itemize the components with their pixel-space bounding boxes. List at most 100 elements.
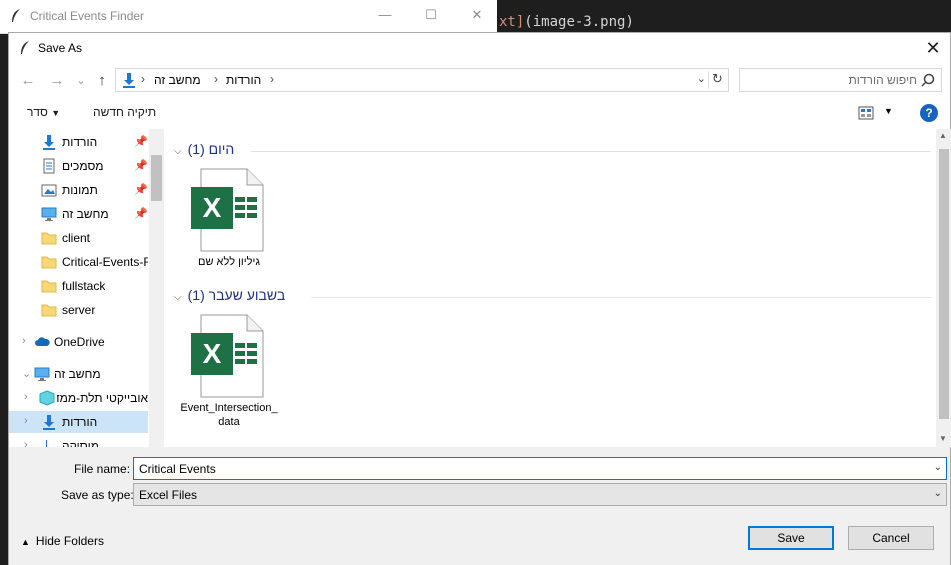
group-divider (311, 297, 931, 298)
folder-icon (41, 304, 57, 317)
breadcrumb-separator: › (270, 72, 274, 86)
breadcrumb-this-pc[interactable]: מחשב זה (154, 73, 201, 87)
group-header-label: בשבוע שעבר (1) (187, 287, 286, 303)
breadcrumb-downloads[interactable]: הורדות (226, 73, 261, 87)
nav-item-fullstack[interactable]: fullstack (9, 275, 148, 297)
forward-button[interactable]: → (46, 70, 68, 92)
folder-icon (41, 280, 57, 293)
file-item[interactable]: X Event_Intersection_data (179, 313, 279, 429)
breadcrumb-separator: › (214, 72, 218, 86)
command-toolbar: סדר ▼ תיקיה חדשה ▼ ? (9, 99, 950, 127)
save-as-dialog: Save As ✕ ← → ⌄ ↑ › מחשב זה › הורדות › ⌄… (8, 32, 951, 565)
nav-item-client[interactable]: client (9, 227, 148, 249)
chevron-down-icon: ▼ (884, 106, 893, 116)
scrollbar-thumb[interactable] (151, 155, 162, 201)
background-app-window: Critical Events Finder — ☐ ✕ (0, 0, 497, 34)
file-name-label: File name: (74, 462, 131, 476)
search-placeholder: חיפוש הורדות (848, 73, 918, 87)
nav-item-downloads[interactable]: הורדות 📌 (9, 131, 148, 153)
organize-label: סדר (27, 105, 48, 119)
computer-icon (41, 207, 57, 221)
folder-icon (41, 232, 57, 245)
scrollbar-thumb[interactable] (939, 149, 949, 419)
refresh-icon[interactable]: ↻ (708, 71, 724, 89)
feather-icon (12, 9, 20, 22)
background-app-title: Critical Events Finder (30, 9, 145, 23)
recent-locations-button[interactable]: ⌄ (70, 70, 92, 92)
search-box[interactable]: חיפוש הורדות (739, 68, 942, 92)
nav-item-label: מחשב זה (62, 207, 109, 221)
editor-code-line: xt](image-3.png) (499, 14, 634, 30)
chevron-right-icon[interactable]: › (24, 415, 28, 427)
nav-item-label: OneDrive (54, 335, 105, 349)
address-bar[interactable]: › מחשב זה › הורדות › ⌄ ↻ (115, 68, 729, 92)
chevron-right-icon[interactable]: › (22, 335, 26, 347)
nav-item-label: Critical-Events-F (62, 255, 148, 269)
nav-item-server[interactable]: server (9, 299, 148, 321)
minimize-button[interactable]: — (370, 4, 400, 26)
save-options-panel: File name: Critical Events ⌄ Save as typ… (9, 447, 950, 565)
nav-item-downloads-selected[interactable]: › הורדות (9, 411, 148, 433)
nav-item-label: מוסיקה (62, 439, 100, 447)
scroll-down-icon[interactable]: ▼ (939, 434, 947, 443)
help-icon[interactable]: ? (920, 104, 938, 122)
chevron-down-icon[interactable]: ⌄ (934, 462, 942, 473)
nav-item-pictures[interactable]: תמונות 📌 (9, 179, 148, 201)
save-as-type-label: Save as type: (61, 488, 134, 502)
view-options-icon (858, 106, 874, 120)
nav-item-this-pc-quick[interactable]: מחשב זה 📌 (9, 203, 148, 225)
nav-item-documents[interactable]: מסמכים 📌 (9, 155, 148, 177)
pictures-icon (41, 184, 57, 197)
change-view-button[interactable]: ▼ (858, 105, 898, 121)
chevron-down-icon: ⌵ (174, 146, 182, 157)
folder-icon (41, 256, 57, 269)
navigation-pane: הורדות 📌 מסמכים 📌 תמונות 📌 מחשב זה 📌 cli… (9, 129, 164, 447)
maximize-button[interactable]: ☐ (416, 4, 446, 26)
nav-item-onedrive[interactable]: › OneDrive (9, 331, 148, 353)
chevron-down-icon: ▼ (51, 108, 61, 118)
navigation-bar: ← → ⌄ ↑ › מחשב זה › הורדות › ⌄ ↻ חיפוש ה… (9, 65, 950, 97)
cancel-button[interactable]: Cancel (848, 526, 934, 550)
nav-pane-scrollbar[interactable] (149, 129, 164, 447)
organize-menu[interactable]: סדר ▼ (27, 105, 60, 119)
chevron-down-icon[interactable]: ⌄ (22, 367, 31, 380)
background-close-button[interactable]: ✕ (462, 4, 492, 26)
group-header-today[interactable]: ⌵ היום (1) (174, 141, 234, 157)
computer-icon (34, 367, 50, 381)
back-button[interactable]: ← (17, 70, 39, 92)
chevron-right-icon[interactable]: › (24, 391, 28, 403)
dialog-title: Save As (38, 41, 83, 55)
file-list-scrollbar[interactable]: ▲ ▼ (936, 129, 951, 447)
pin-icon: 📌 (134, 160, 148, 172)
up-button[interactable]: ↑ (91, 70, 113, 92)
pin-icon: 📌 (134, 136, 148, 148)
nav-item-3d-objects[interactable]: › אובייקטי תלת-ממד (9, 387, 148, 409)
nav-item-label: server (62, 303, 96, 317)
scroll-up-icon[interactable]: ▲ (939, 131, 947, 140)
chevron-down-icon: ⌄ (933, 488, 942, 499)
new-folder-button[interactable]: תיקיה חדשה (93, 105, 156, 119)
group-header-last-week[interactable]: ⌵ בשבוע שעבר (1) (174, 287, 285, 303)
pin-icon: 📌 (134, 208, 148, 220)
hide-folders-button[interactable]: ▲ Hide Folders (21, 534, 104, 548)
download-icon (43, 135, 55, 150)
file-item[interactable]: X גיליון ללא שם (179, 167, 279, 269)
nav-item-music[interactable]: › מוסיקה (9, 435, 148, 447)
dialog-close-button[interactable]: ✕ (921, 36, 945, 60)
nav-item-this-pc[interactable]: ⌄ מחשב זה (9, 363, 148, 385)
excel-file-icon: X (191, 314, 264, 398)
background-editor: xt](image-3.png) (497, 0, 951, 34)
dialog-title-bar: Save As ✕ (9, 33, 950, 63)
chevron-right-icon[interactable]: › (24, 439, 28, 447)
feather-icon (21, 41, 29, 54)
save-button[interactable]: Save (748, 526, 834, 550)
nav-item-critical-events[interactable]: Critical-Events-F (9, 251, 148, 273)
download-icon (123, 73, 135, 88)
file-name-input[interactable]: Critical Events ⌄ (133, 457, 947, 480)
documents-icon (43, 158, 55, 174)
save-as-type-select[interactable]: Excel Files ⌄ (133, 483, 947, 506)
breadcrumb-separator: › (141, 72, 145, 86)
file-name: Event_Intersection_data (180, 402, 278, 428)
file-name-value: Critical Events (139, 462, 216, 476)
address-dropdown-icon[interactable]: ⌄ (697, 72, 706, 85)
